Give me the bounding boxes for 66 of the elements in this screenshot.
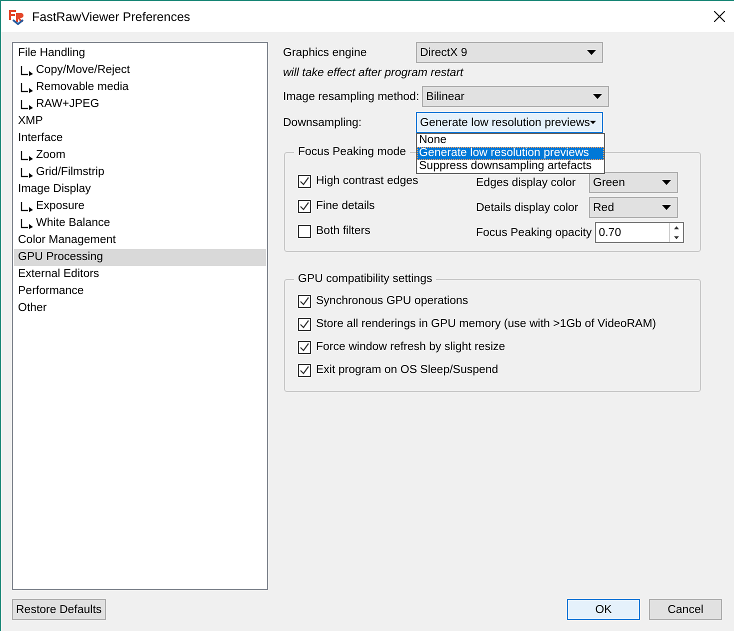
dropdown[interactable]: Green <box>589 172 678 193</box>
tree-branch-icon <box>20 150 34 160</box>
restart-note: will take effect after program restart <box>283 67 464 80</box>
dropdown-arrow-icon <box>593 94 602 99</box>
dropdown-option[interactable]: Suppress downsampling artefacts <box>417 160 604 173</box>
tree-branch-icon <box>20 66 34 76</box>
checkbox[interactable] <box>298 294 311 308</box>
group-title: Focus Peaking mode <box>294 145 410 160</box>
checkbox[interactable] <box>298 364 311 376</box>
category-item[interactable]: Copy/Move/Reject <box>14 62 266 79</box>
category-item[interactable]: External Editors <box>14 266 266 283</box>
field-label: Focus Peaking opacity <box>476 226 593 238</box>
dropdown-option[interactable]: Generate low resolution previews <box>417 147 604 160</box>
close-icon[interactable] <box>714 11 725 22</box>
dropdown-arrow-icon <box>662 180 671 185</box>
dropdown[interactable]: Generate low resolution previews <box>416 112 603 133</box>
tree-branch-icon <box>20 202 34 212</box>
window-title: FastRawViewer Preferences <box>32 10 192 24</box>
dropdown-arrow-icon <box>590 120 596 125</box>
field-label: Graphics engine <box>283 46 368 58</box>
checkbox-label: Exit program on OS Sleep/Suspend <box>316 364 498 376</box>
category-item[interactable]: White Balance <box>14 215 266 232</box>
restore-defaults-button[interactable]: Restore Defaults <box>12 599 106 620</box>
category-item[interactable]: File Handling <box>14 45 266 62</box>
field-label: Downsampling: <box>283 116 363 128</box>
category-item[interactable]: Image Display <box>14 181 266 198</box>
field-label: Image resampling method: <box>283 90 420 102</box>
dialog-button[interactable]: Cancel <box>649 599 722 620</box>
category-item[interactable]: Zoom <box>14 147 266 164</box>
dropdown-arrow-icon <box>662 205 671 210</box>
dropdown-option[interactable]: None <box>417 134 604 147</box>
tree-branch-icon <box>20 168 34 178</box>
tree-branch-icon <box>20 218 34 228</box>
category-item[interactable]: Grid/Filmstrip <box>14 164 266 181</box>
category-item[interactable]: Color Management <box>14 232 266 249</box>
dropdown[interactable]: Bilinear <box>422 86 610 107</box>
checkbox-label: Store all renderings in GPU memory (use with >1Gb of VideoRAM) <box>316 318 656 330</box>
category-item[interactable]: Interface <box>14 130 266 147</box>
tree-branch-icon <box>20 100 34 110</box>
checkbox[interactable] <box>298 174 311 188</box>
checkbox[interactable] <box>298 200 311 212</box>
category-item[interactable]: Performance <box>14 283 266 300</box>
dropdown-arrow-icon <box>587 50 596 55</box>
checkbox[interactable] <box>298 224 311 238</box>
category-item[interactable]: Removable media <box>14 79 266 96</box>
category-item[interactable]: Exposure <box>14 198 266 215</box>
dialog-button[interactable]: OK <box>567 599 640 620</box>
checkbox[interactable] <box>298 340 311 354</box>
checkbox-label: Fine details <box>316 200 375 212</box>
checkbox-label: Synchronous GPU operations <box>316 295 468 307</box>
tree-branch-icon <box>20 82 34 92</box>
checkbox-label: Force window refresh by slight resize <box>316 341 506 353</box>
category-item[interactable]: XMP <box>14 113 266 130</box>
field-label: Details display color <box>476 202 580 214</box>
category-item[interactable]: RAW+JPEG <box>14 96 266 113</box>
field-label: Edges display color <box>476 176 577 188</box>
dropdown[interactable]: DirectX 9 <box>416 42 603 63</box>
spin-box[interactable]: 0.70 <box>594 222 684 243</box>
category-item[interactable]: Other <box>14 300 266 317</box>
group-title: GPU compatibility settings <box>294 272 436 287</box>
checkbox-label: Both filters <box>316 225 370 237</box>
dropdown[interactable]: Red <box>589 197 678 218</box>
app-logo-icon <box>8 8 25 24</box>
category-item[interactable]: GPU Processing <box>14 249 266 266</box>
checkbox[interactable] <box>298 318 311 330</box>
checkbox-label: High contrast edges <box>316 175 418 187</box>
